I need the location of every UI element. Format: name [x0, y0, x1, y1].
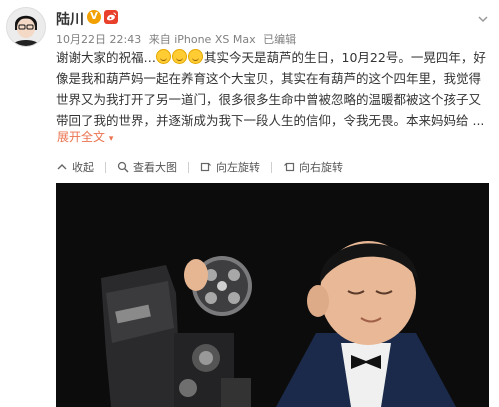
image-toolbar: 收起 查看大图 向左旋转 向右旋转	[56, 158, 354, 176]
rotate-right-icon	[284, 162, 295, 172]
rotate-right-label: 向右旋转	[299, 161, 343, 174]
rotate-right-button[interactable]: 向右旋转	[283, 159, 343, 175]
verified-badge: V	[87, 10, 101, 24]
rotate-left-button[interactable]: 向左旋转	[200, 159, 260, 175]
avatar[interactable]	[6, 7, 46, 47]
post-photo[interactable]	[56, 183, 489, 407]
post-meta: 10月22日 22:43 来自 iPhone XS Max 已编辑	[56, 31, 300, 47]
toolbar-divider	[105, 161, 106, 173]
laughing-emoji-icon	[188, 49, 204, 64]
post-text: 谢谢大家的祝福… 其实今天是葫芦的生日，10月22号。一晃四年，好像是我和葫芦妈一…	[56, 47, 489, 131]
toolbar-divider	[271, 161, 272, 173]
laughing-emoji-icon	[172, 49, 188, 64]
view-large-button[interactable]: 查看大图	[117, 159, 177, 175]
magnify-icon	[117, 161, 129, 173]
expand-full-text-link[interactable]: 展开全文 ▾	[57, 128, 113, 145]
toolbar-divider	[188, 161, 189, 173]
child-with-film-projector-image	[56, 183, 489, 407]
rotate-left-label: 向左旋转	[216, 161, 260, 174]
collapse-label: 收起	[72, 161, 94, 174]
avatar-portrait-icon	[7, 8, 45, 46]
chevron-down-icon[interactable]	[477, 13, 489, 25]
post-date[interactable]: 10月22日 22:43	[56, 33, 141, 46]
weibo-member-icon[interactable]	[104, 10, 118, 24]
collapse-button[interactable]: 收起	[56, 159, 94, 175]
expand-label[interactable]: 展开全文	[57, 130, 105, 144]
view-large-label: 查看大图	[133, 161, 177, 174]
edited-label: 已编辑	[263, 33, 297, 46]
post-text-intro: 谢谢大家的祝福…	[56, 50, 157, 65]
chevron-down-icon: ▾	[108, 134, 114, 144]
username[interactable]: 陆川	[56, 9, 84, 29]
rotate-left-icon	[200, 162, 211, 172]
post-source[interactable]: 来自 iPhone XS Max	[149, 33, 256, 46]
laughing-emoji-icon	[156, 49, 172, 64]
collapse-icon	[57, 164, 67, 170]
